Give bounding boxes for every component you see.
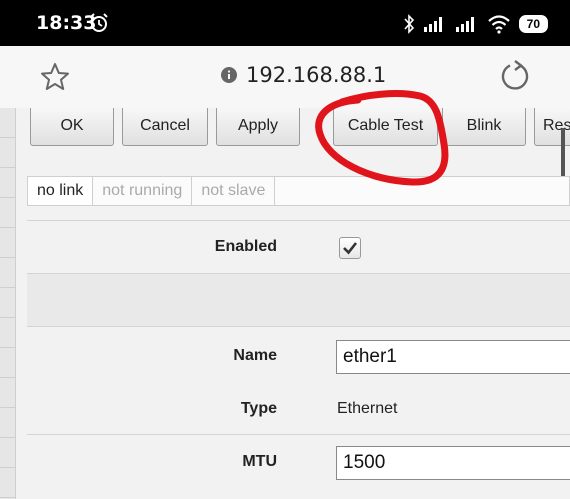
section-spacer — [27, 274, 570, 326]
flag-no-link: no link — [28, 177, 94, 205]
apply-button[interactable]: Apply — [216, 108, 300, 146]
strip-cell — [0, 348, 15, 378]
strip-cell — [0, 468, 15, 498]
strip-cell — [0, 198, 15, 228]
url-text[interactable]: 192.168.88.1 — [246, 63, 386, 87]
left-side-strip — [0, 108, 16, 499]
cable-test-button[interactable]: Cable Test — [333, 108, 438, 146]
signal-icon-2 — [455, 17, 474, 32]
status-time: 18:33 — [36, 12, 97, 34]
blink-button[interactable]: Blink — [442, 108, 526, 146]
strip-cell — [0, 318, 15, 348]
checkmark-icon — [343, 242, 358, 255]
page-content: OK Cancel Apply Cable Test Blink Res no … — [0, 108, 570, 499]
strip-cell — [0, 438, 15, 468]
bluetooth-icon — [404, 14, 414, 34]
reload-icon[interactable] — [499, 60, 531, 92]
strip-cell — [0, 168, 15, 198]
status-icons: 70 — [403, 12, 548, 36]
ok-button[interactable]: OK — [30, 108, 114, 146]
wifi-icon — [487, 15, 510, 34]
type-value: Ethernet — [337, 400, 398, 417]
enabled-checkbox[interactable] — [339, 237, 361, 259]
strip-cell — [0, 138, 15, 168]
strip-cell — [0, 108, 15, 138]
enabled-label: Enabled — [214, 238, 277, 255]
strip-cell — [0, 378, 15, 408]
strip-cell — [0, 288, 15, 318]
strip-cell — [0, 258, 15, 288]
mtu-label: MTU — [242, 453, 277, 470]
status-bar: 18:33 70 — [0, 0, 570, 46]
divider — [27, 434, 570, 435]
info-icon[interactable] — [221, 67, 237, 83]
name-field[interactable]: ether1 — [336, 340, 570, 374]
divider — [27, 326, 570, 327]
alarm-clock-icon — [90, 13, 108, 32]
divider — [27, 220, 570, 221]
strip-cell — [0, 408, 15, 438]
signal-icon — [423, 17, 442, 32]
battery-indicator: 70 — [518, 15, 548, 33]
strip-cell — [0, 228, 15, 258]
flag-not-running: not running — [93, 177, 193, 205]
interface-status-flags: no link not running not slave — [27, 176, 570, 206]
bookmark-star-icon[interactable] — [40, 62, 70, 92]
type-label: Type — [240, 400, 277, 417]
mtu-field[interactable]: 1500 — [336, 446, 570, 480]
cancel-button[interactable]: Cancel — [122, 108, 208, 146]
flag-not-slave: not slave — [192, 177, 276, 205]
name-label: Name — [233, 347, 277, 364]
